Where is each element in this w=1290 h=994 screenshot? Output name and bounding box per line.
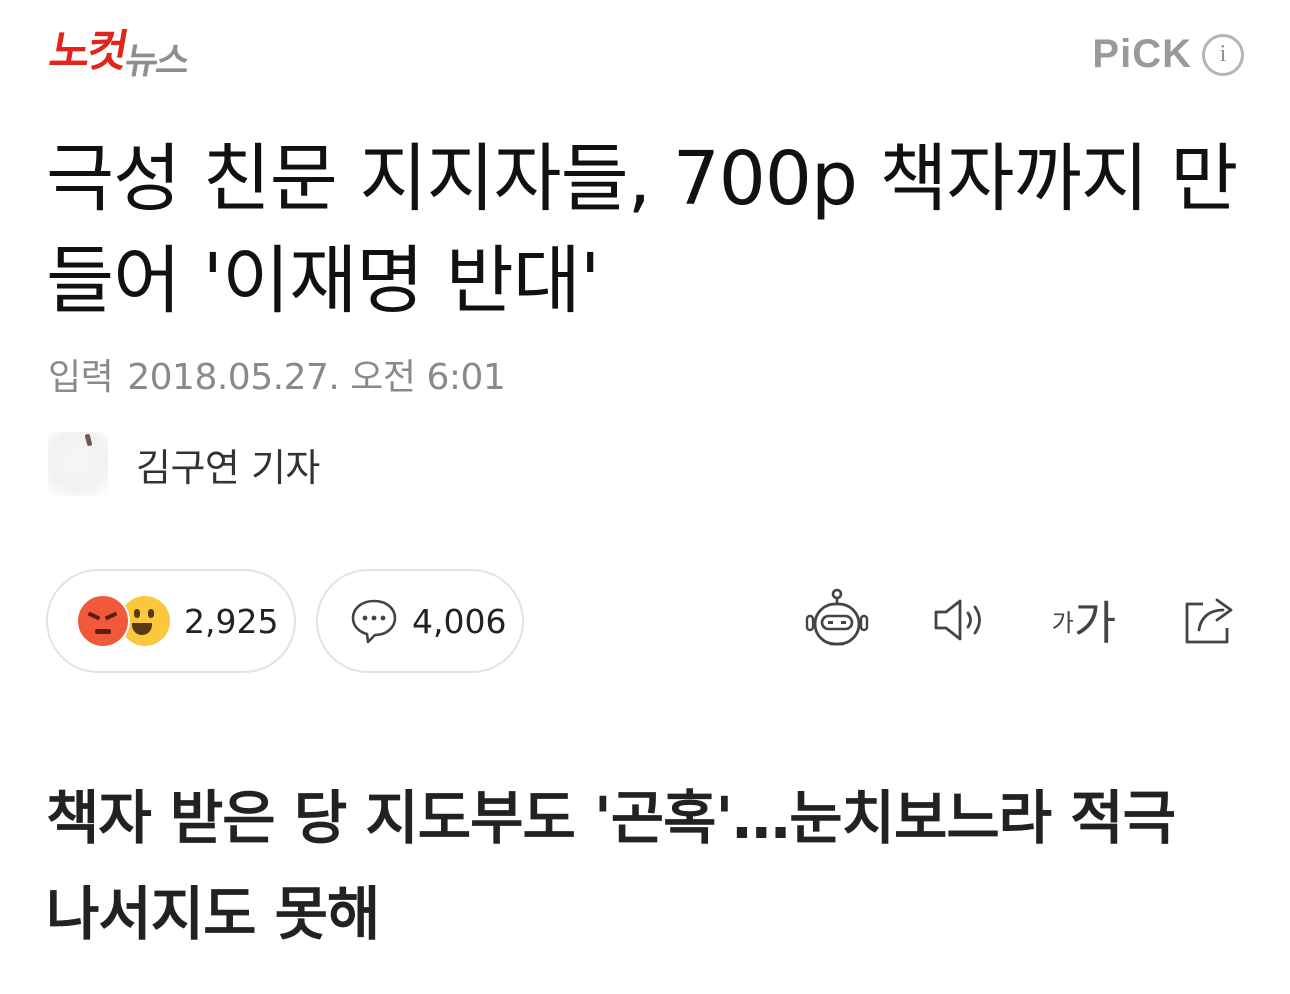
article-headline: 극성 친문 지지자들, 700p 책자까지 만들어 '이재명 반대' [46,136,1238,324]
summary-robot-icon [805,588,869,646]
reporter-name[interactable]: 김구연 기자 [136,437,320,492]
reporter-avatar[interactable] [48,432,108,496]
share-button[interactable] [1176,584,1242,656]
font-size-small: 가 [1051,608,1074,637]
article-dateline: 입력 2018.05.27. 오전 6:01 [48,348,506,400]
article-tools: 가가 [0,584,1290,656]
pick-badge[interactable]: PiCK i [1092,32,1244,77]
info-circle-icon[interactable]: i [1202,33,1244,76]
reporter-info[interactable]: 김구연 기자 [48,432,320,496]
date-value: 2018.05.27. 오전 6:01 [127,357,506,398]
font-size-large: 가 [1073,596,1117,650]
site-logo[interactable]: 노컷 뉴스 [45,26,194,82]
article-subheadline: 책자 받은 당 지도부도 '곤혹'…눈치보느라 적극 나서지도 못해 [46,784,1176,948]
summary-button[interactable] [800,584,874,656]
date-label: 입력 [48,357,114,398]
font-size-icon[interactable]: 가가 [1046,584,1122,656]
share-icon [1185,598,1233,644]
logo-gray-text: 뉴스 [121,41,192,82]
logo-red-text: 노컷 [45,26,130,77]
text-to-speech-button[interactable] [926,584,994,656]
pick-label: PiCK [1092,32,1192,76]
text-to-speech-icon [934,599,981,641]
